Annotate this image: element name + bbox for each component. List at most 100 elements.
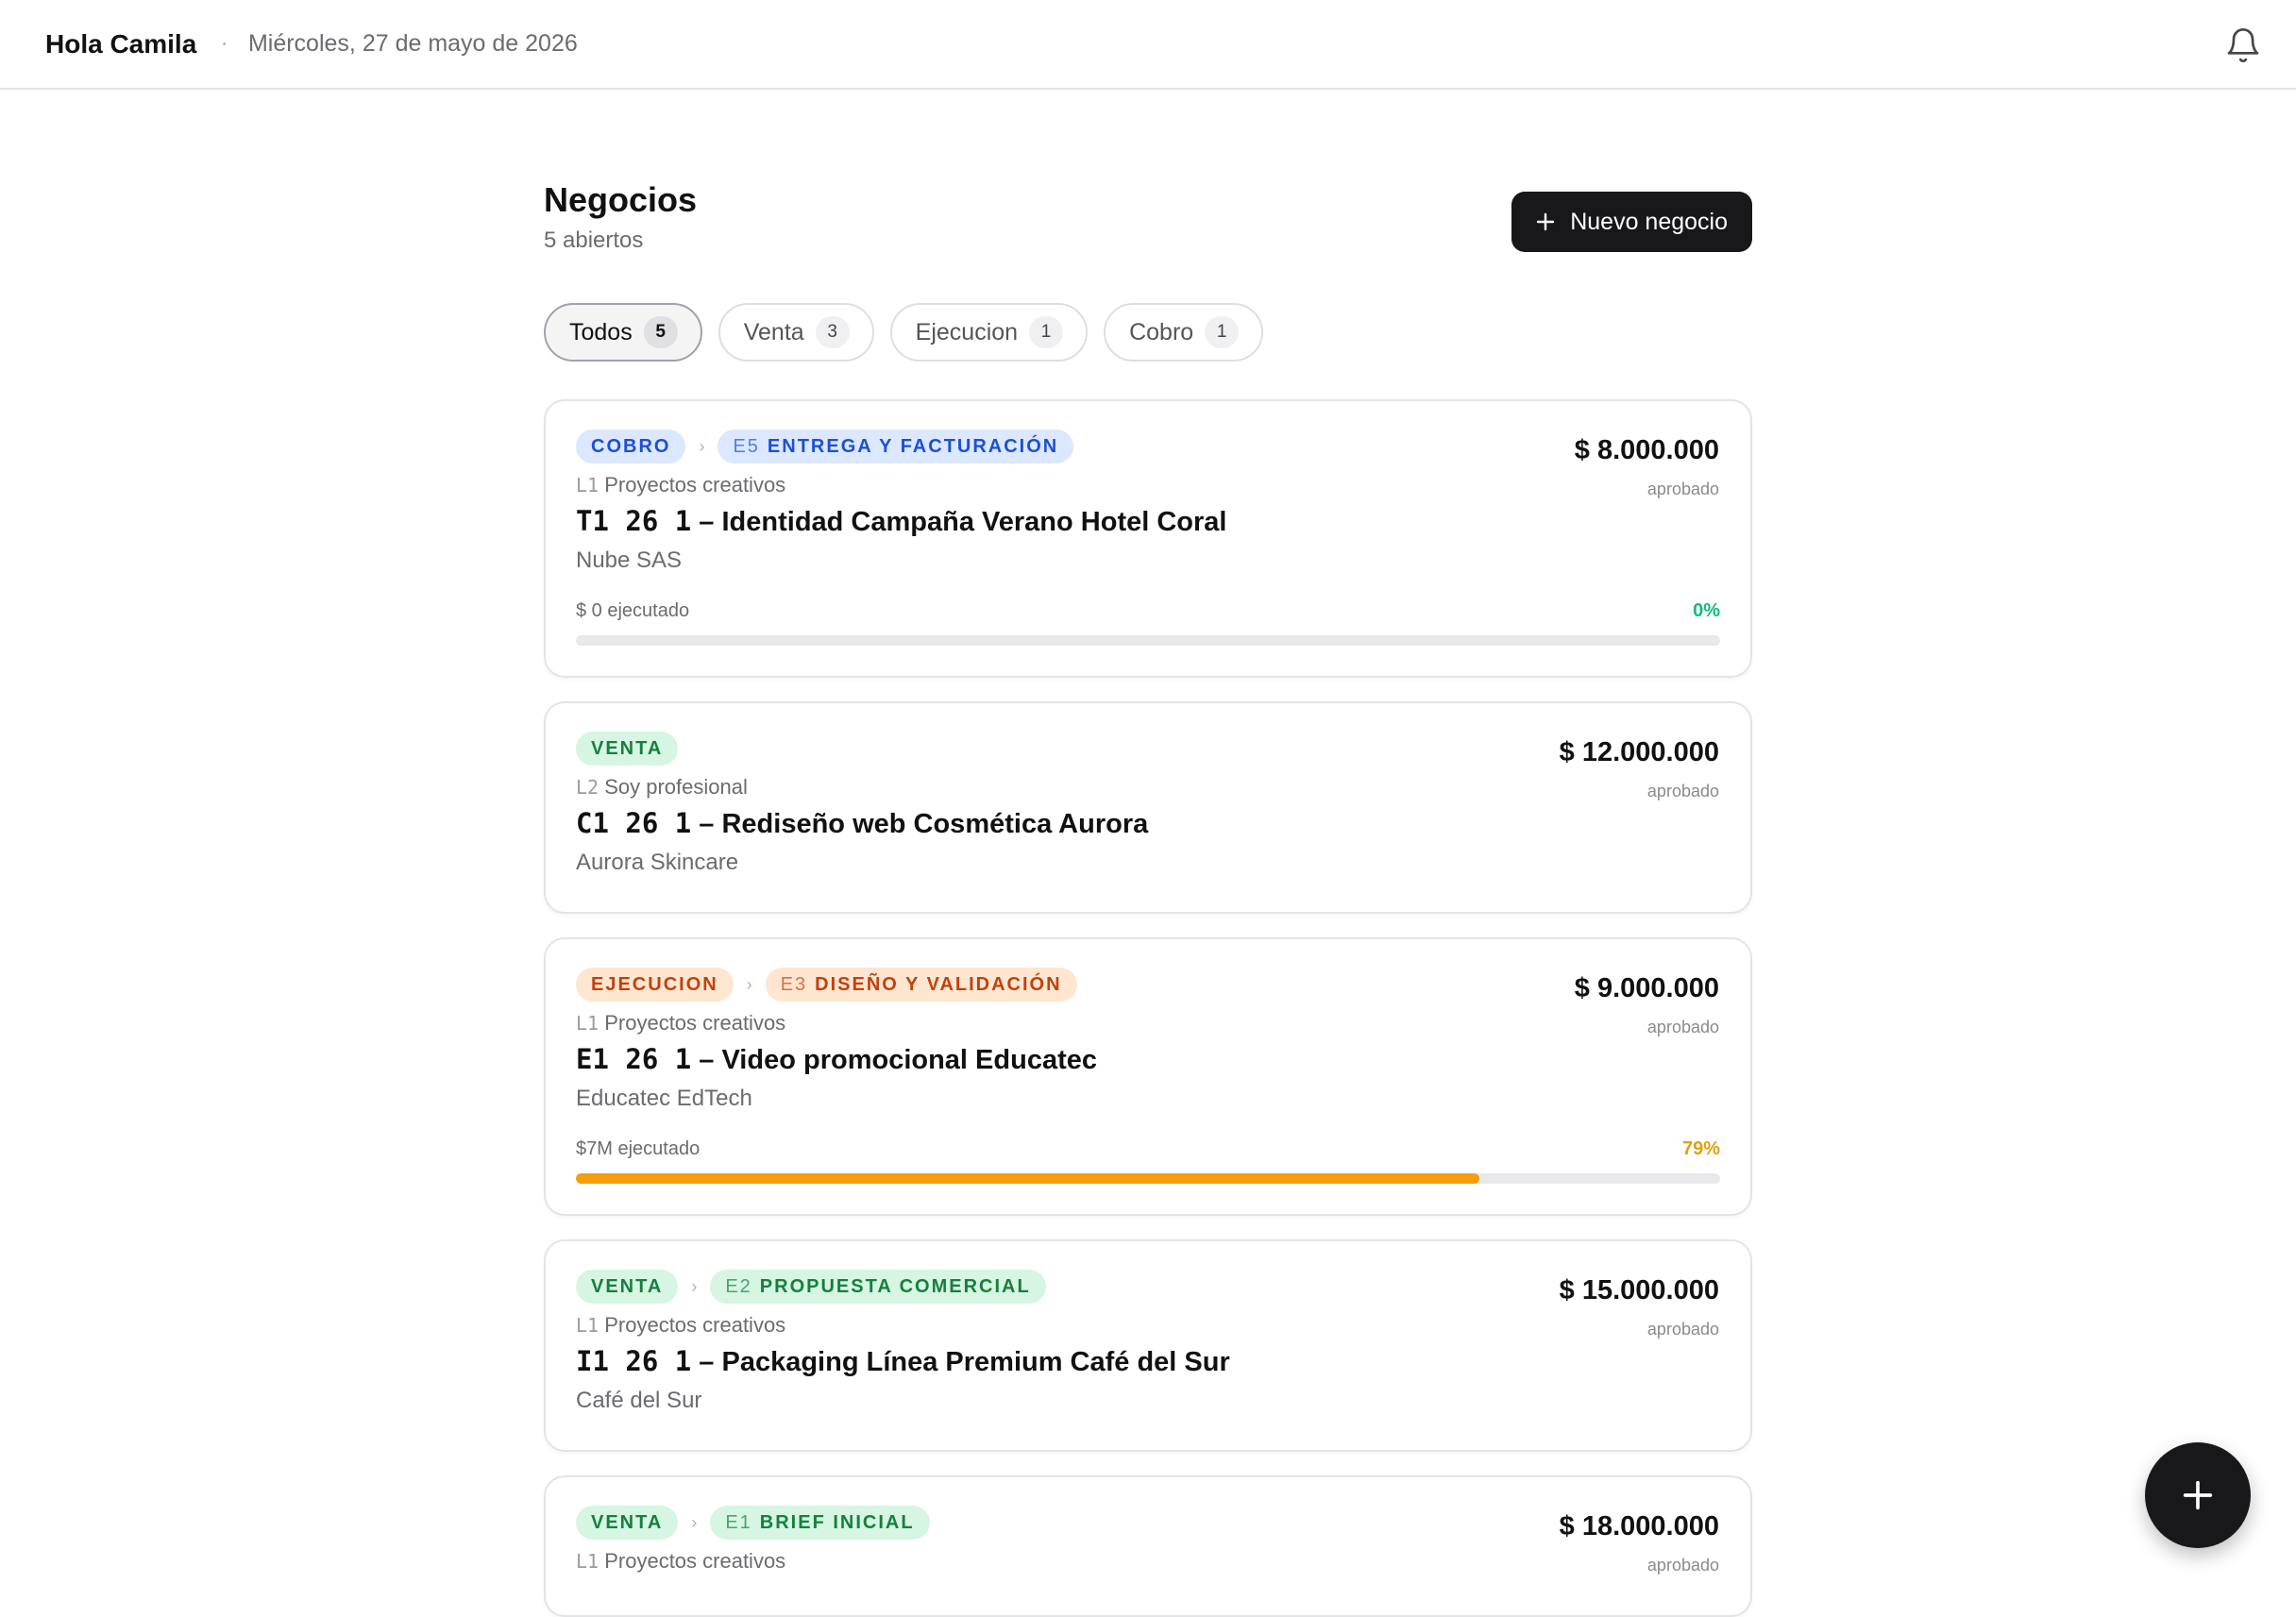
filter-chip-ejecucion[interactable]: Ejecucion 1 [889, 303, 1089, 362]
stage-badge: VENTA [576, 732, 679, 766]
filter-chip-label: Cobro [1129, 318, 1194, 345]
deal-title: I1 26 1 – Packaging Línea Premium Café d… [576, 1345, 1720, 1378]
deal-amount: $ 8.000.000 [1574, 435, 1719, 466]
deal-amount: $ 15.000.000 [1559, 1275, 1719, 1306]
business-line-name: Proyectos creativos [604, 1011, 786, 1036]
deal-tags: COBRO › E5 ENTREGA Y FACTURACIÓN [576, 430, 1720, 464]
substage-badge: E5 ENTREGA Y FACTURACIÓN [718, 430, 1074, 464]
deal-code: T1 26 1 [576, 505, 692, 538]
filter-chip-count: 1 [1205, 316, 1240, 349]
deal-amount-note: aprobado [1646, 1018, 1719, 1037]
business-line-code: L1 [576, 1550, 599, 1574]
progress-bar-fill [576, 1173, 1480, 1185]
greeting: Hola Camila [45, 28, 197, 59]
substage-code: E3 [780, 973, 808, 995]
deal-name: Rediseño web Cosmética Aurora [721, 809, 1149, 840]
filter-chip-label: Venta [743, 318, 804, 345]
business-line-name: Proyectos creativos [604, 473, 786, 497]
deal-dash: – [699, 809, 715, 840]
new-deal-button[interactable]: Nuevo negocio [1511, 192, 1752, 252]
chevron-right-icon: › [691, 1276, 698, 1296]
chevron-right-icon: › [691, 1512, 698, 1532]
deal-code: I1 26 1 [576, 1345, 692, 1378]
deal-tags: VENTA › E2 PROPUESTA COMERCIAL [576, 1270, 1720, 1305]
executed-amount: $ 0 ejecutado [576, 600, 690, 622]
deal-amount-note: aprobado [1646, 480, 1719, 499]
new-deal-button-label: Nuevo negocio [1570, 208, 1728, 235]
substage-label: BRIEF INICIAL [759, 1511, 915, 1533]
filter-chip-cobro[interactable]: Cobro 1 [1104, 303, 1264, 362]
main-content: Negocios 5 abiertos Nuevo negocio Todos … [544, 179, 1752, 1617]
deal-card[interactable]: VENTA L2 Soy profesional C1 26 1 – Redis… [544, 701, 1752, 915]
business-line: L1 Proyectos creativos [576, 473, 1720, 497]
substage-badge: E3 DISEÑO Y VALIDACIÓN [765, 968, 1077, 1002]
progress-bar [576, 1173, 1720, 1185]
substage-label: ENTREGA Y FACTURACIÓN [767, 435, 1059, 457]
progress-info: $7M ejecutado 79% [576, 1138, 1720, 1160]
deal-client: Educatec EdTech [576, 1086, 752, 1112]
deal-amount-note: aprobado [1646, 1556, 1719, 1575]
deal-card[interactable]: EJECUCION › E3 DISEÑO Y VALIDACIÓN L1 Pr… [544, 937, 1752, 1217]
business-line: L2 Soy profesional [576, 775, 1720, 800]
deal-dash: – [699, 507, 715, 538]
deal-name: Packaging Línea Premium Café del Sur [721, 1347, 1230, 1378]
deal-title: T1 26 1 – Identidad Campaña Verano Hotel… [576, 505, 1720, 538]
business-line-code: L1 [576, 1012, 599, 1036]
executed-amount: $7M ejecutado [576, 1138, 701, 1160]
substage-badge: E2 PROPUESTA COMERCIAL [710, 1270, 1046, 1305]
deal-title: E1 26 1 – Video promocional Educatec [576, 1043, 1720, 1076]
business-line-code: L1 [576, 474, 599, 497]
substage-code: E5 [733, 435, 760, 457]
business-line-name: Proyectos creativos [604, 1313, 786, 1338]
floating-add-button[interactable] [2145, 1442, 2251, 1548]
filter-chip-todos[interactable]: Todos 5 [544, 303, 702, 362]
chevron-right-icon: › [699, 436, 705, 456]
stage-badge: VENTA [576, 1506, 679, 1541]
deal-tags: VENTA › E1 BRIEF INICIAL [576, 1506, 1720, 1541]
deal-code: C1 26 1 [576, 807, 692, 840]
deal-amount-note: aprobado [1646, 1320, 1719, 1339]
filter-chip-count: 3 [815, 316, 850, 349]
filter-chip-count: 5 [643, 316, 678, 349]
plus-icon [2183, 1480, 2213, 1510]
deal-amount: $ 18.000.000 [1559, 1511, 1719, 1542]
business-line-name: Soy profesional [604, 775, 748, 800]
bell-icon[interactable] [2224, 26, 2262, 64]
business-line: L1 Proyectos creativos [576, 1549, 1720, 1574]
top-bar: Hola Camila · Miércoles, 27 de mayo de 2… [0, 0, 2296, 90]
deal-tags: VENTA [576, 732, 1720, 766]
current-date: Miércoles, 27 de mayo de 2026 [247, 30, 578, 57]
deals-list: COBRO › E5 ENTREGA Y FACTURACIÓN L1 Proy… [544, 399, 1752, 1617]
chevron-right-icon: › [746, 974, 752, 994]
filter-chips: Todos 5 Venta 3 Ejecucion 1 Cobro 1 [544, 303, 1752, 362]
substage-badge: E1 BRIEF INICIAL [710, 1506, 930, 1541]
business-line-name: Proyectos creativos [604, 1549, 786, 1574]
filter-chip-venta[interactable]: Venta 3 [718, 303, 874, 362]
filter-chip-label: Ejecucion [915, 318, 1019, 345]
deal-card[interactable]: COBRO › E5 ENTREGA Y FACTURACIÓN L1 Proy… [544, 399, 1752, 679]
stage-badge: VENTA [576, 1270, 679, 1305]
business-line: L1 Proyectos creativos [576, 1313, 1720, 1338]
deal-client: Nube SAS [576, 547, 683, 574]
stage-badge: COBRO [576, 430, 686, 464]
deal-card[interactable]: VENTA › E1 BRIEF INICIAL L1 Proyectos cr… [544, 1475, 1752, 1617]
deal-title: C1 26 1 – Rediseño web Cosmética Aurora [576, 807, 1720, 840]
substage-label: PROPUESTA COMERCIAL [759, 1275, 1031, 1297]
deal-tags: EJECUCION › E3 DISEÑO Y VALIDACIÓN [576, 968, 1720, 1002]
deal-name: Video promocional Educatec [721, 1045, 1097, 1076]
deal-dash: – [699, 1045, 715, 1076]
progress-info: $ 0 ejecutado 0% [576, 600, 1720, 622]
deal-card[interactable]: VENTA › E2 PROPUESTA COMERCIAL L1 Proyec… [544, 1239, 1752, 1453]
page-header: Negocios 5 abiertos Nuevo negocio [544, 179, 1752, 254]
plus-icon [1537, 212, 1555, 231]
deal-amount: $ 12.000.000 [1559, 737, 1719, 768]
deal-name: Identidad Campaña Verano Hotel Coral [721, 507, 1227, 538]
deal-client: Aurora Skincare [576, 850, 739, 876]
deal-amount-note: aprobado [1646, 782, 1719, 801]
filter-chip-count: 1 [1029, 316, 1064, 349]
progress-bar [576, 635, 1720, 647]
business-line-code: L2 [576, 776, 599, 800]
deal-code: E1 26 1 [576, 1043, 692, 1076]
page-subtitle: 5 abiertos [544, 227, 644, 254]
page-title: Negocios [544, 180, 698, 219]
